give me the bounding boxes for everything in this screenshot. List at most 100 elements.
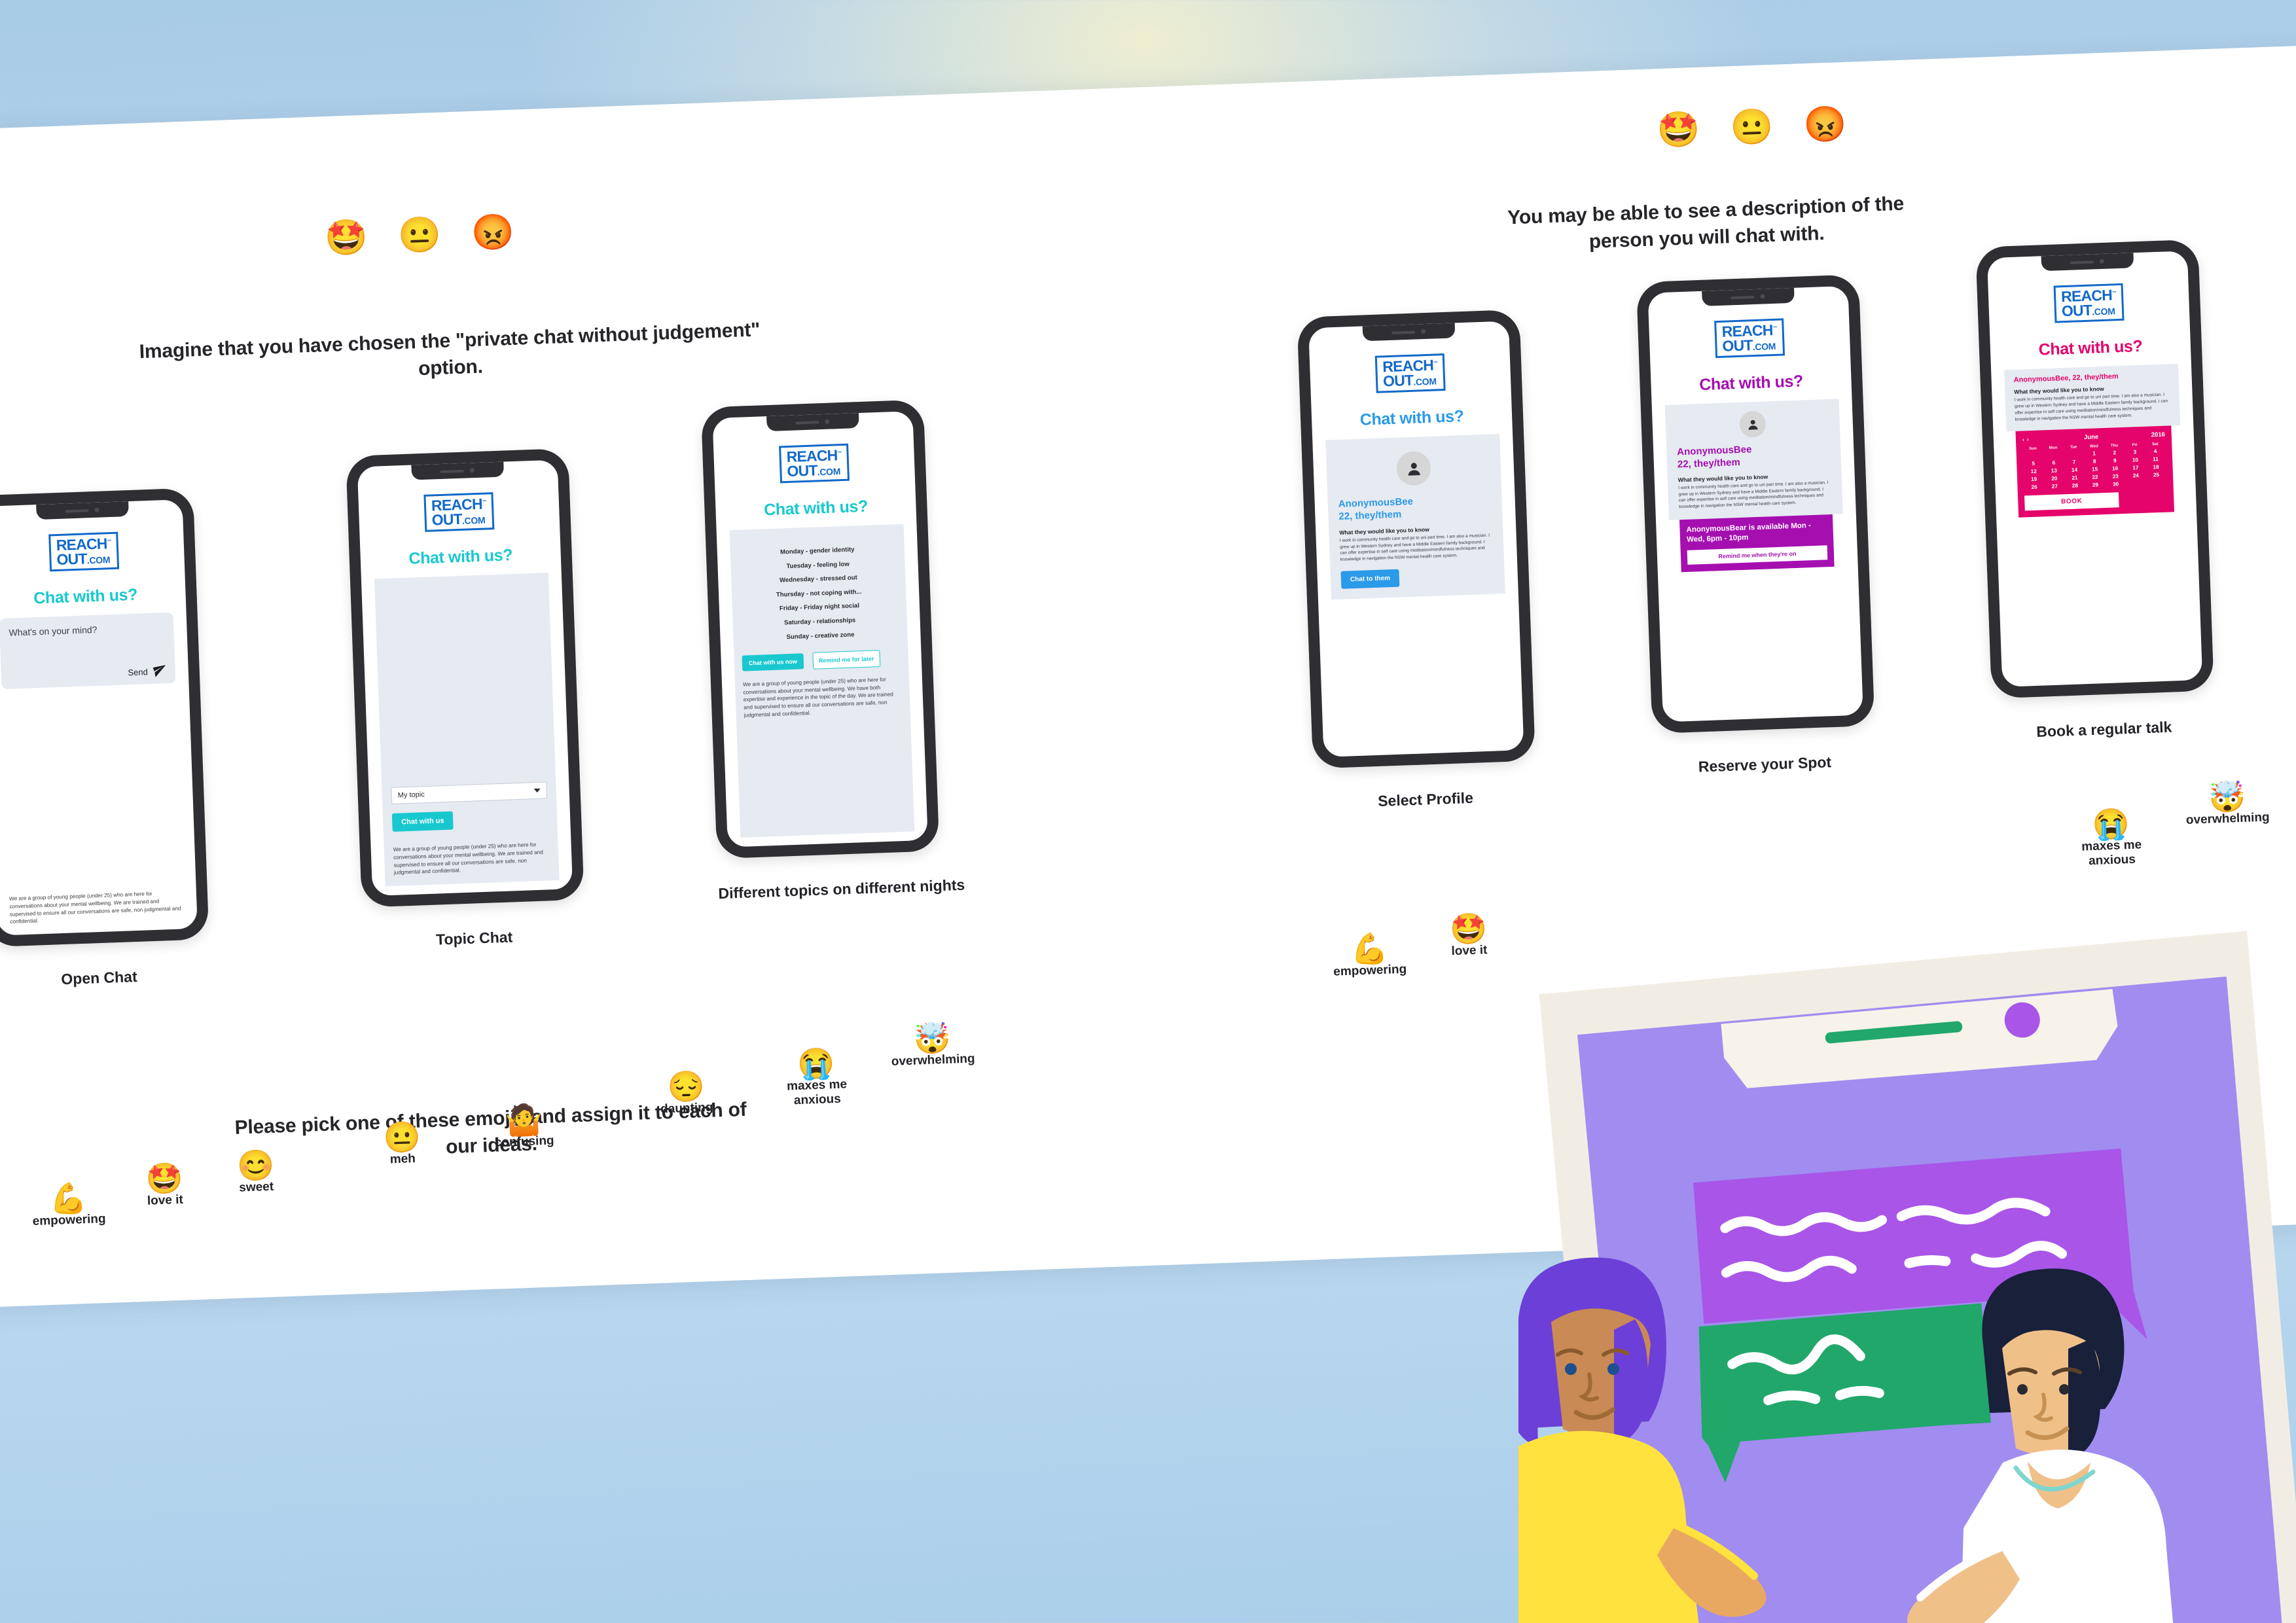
legend-item-maxes-me-anxious-overlay[interactable]: 😭 maxes me anxious [2061, 806, 2161, 870]
legend-item-sweet[interactable]: 😊 sweet [236, 1148, 276, 1196]
caption-topics-by-night: Different topics on different nights [717, 876, 965, 902]
logo-suffix: .COM [2091, 306, 2115, 317]
remind-me-button[interactable]: Remind me when they're on [1687, 545, 1828, 565]
logo-tm: ™ [1772, 326, 1777, 331]
calendar-day[interactable]: 5 [2023, 460, 2043, 467]
legend-item-empowering[interactable]: 💪 empowering [31, 1181, 106, 1229]
calendar-dow: Thu [2110, 442, 2119, 448]
calendar-dow: Tue [2070, 444, 2077, 450]
next-profile-arrow[interactable]: › [2197, 455, 2203, 475]
caption-topic-chat: Topic Chat [435, 928, 513, 948]
calendar-day[interactable]: 15 [2085, 466, 2105, 473]
logo-line-2: OUT [2061, 301, 2092, 320]
calendar-day[interactable]: 6 [2043, 459, 2064, 466]
camera-icon [1760, 294, 1765, 299]
chat-with-us-title: Chat with us? [2038, 336, 2143, 359]
logo-line-2: OUT [1722, 336, 1753, 355]
legend-item-confusing[interactable]: 🤷 confusing [493, 1102, 554, 1150]
camera-icon [1421, 329, 1426, 334]
know-body: I work in community health care and go t… [2014, 392, 2168, 422]
calendar-day[interactable]: 8 [2084, 458, 2104, 465]
chat-with-us-title: Chat with us? [408, 546, 513, 568]
legend-label: confusing [494, 1133, 554, 1150]
calendar-day[interactable]: 7 [2064, 459, 2084, 465]
booking-calendar[interactable]: ‹› June 2016 Sun Mon Tue Wed Thu Fri Sat 1 2 3 4 5 6… [2015, 425, 2175, 518]
calendar-day[interactable]: 27 [2044, 483, 2064, 490]
calendar-day[interactable]: 28 [2065, 482, 2085, 489]
calendar-blank [2064, 451, 2084, 457]
chat-with-us-button[interactable]: Chat with us [391, 812, 454, 832]
legend-item-empowering-overlay[interactable]: 💪 empowering [1332, 931, 1407, 980]
legend-label: maxes me anxious [2081, 838, 2142, 868]
legend-item-overwhelming[interactable]: 🤯 overwhelming [890, 1020, 975, 1069]
legend-item-overwhelming-overlay[interactable]: 🤯 overwhelming [2185, 779, 2270, 828]
calendar-day[interactable]: 30 [2106, 481, 2126, 488]
calendar-day[interactable]: 19 [2024, 476, 2044, 482]
legend-item-maxes-me-anxious[interactable]: 😭 maxes me anxious [766, 1046, 867, 1109]
legend-item-daunting[interactable]: 😔 daunting [659, 1069, 713, 1117]
calendar-day[interactable]: 4 [2145, 448, 2165, 454]
prev-profile-arrow[interactable]: ‹ [1647, 498, 1654, 518]
calendar-day[interactable]: 3 [2125, 448, 2145, 455]
reachout-logo: REACH™ OUT.COM [779, 443, 850, 484]
logo-tm: ™ [482, 499, 486, 505]
legend-label: love it [147, 1192, 184, 1208]
message-input[interactable]: What's on your mind? Send [0, 612, 176, 690]
legend-item-love-it-overlay[interactable]: 🤩 love it [1449, 911, 1488, 959]
calendar-day[interactable]: 9 [2105, 457, 2125, 464]
legend-item-love-it[interactable]: 🤩 love it [145, 1161, 185, 1209]
legend-item-meh[interactable]: 😐 meh [383, 1120, 422, 1168]
calendar-day[interactable]: 16 [2105, 465, 2125, 472]
calendar-dow: Sat [2151, 441, 2159, 447]
next-profile-arrow[interactable]: › [1857, 490, 1864, 510]
emoji-person-shrugging-icon: 🤷 [504, 1102, 543, 1138]
calendar-day[interactable]: 24 [2126, 472, 2146, 478]
calendar-day[interactable]: 18 [2145, 463, 2166, 470]
calendar-day[interactable]: 26 [2024, 484, 2044, 490]
reachout-logo: REACH™ OUT.COM [423, 492, 495, 533]
availability-text: AnonymousBear is available Mon - Wed, 6p… [1686, 522, 1812, 544]
send-button[interactable]: Send [10, 665, 166, 683]
legend-label: empowering [1333, 962, 1407, 979]
chat-now-button[interactable]: Chat with us now [742, 653, 804, 671]
chat-to-them-button[interactable]: Chat to them [1340, 569, 1400, 590]
calendar-dow: Wed [2089, 444, 2098, 449]
calendar-day[interactable]: 25 [2146, 471, 2166, 478]
calendar-day[interactable]: 22 [2085, 474, 2105, 480]
calendar-day[interactable]: 17 [2125, 464, 2145, 471]
next-profile-arrow[interactable]: › [1518, 526, 1524, 545]
calendar-day[interactable]: 2 [2104, 450, 2125, 456]
emoji-exploding-head-icon: 🤯 [912, 1020, 952, 1056]
book-button[interactable]: BOOK [2024, 491, 2119, 511]
calendar-grid[interactable]: Sun Mon Tue Wed Thu Fri Sat 1 2 3 4 5 6 7 8 9 10 11 12 13 14… [2022, 441, 2166, 490]
calendar-day[interactable]: 14 [2064, 467, 2085, 473]
speaker-icon [440, 469, 465, 473]
calendar-day[interactable]: 10 [2125, 456, 2145, 463]
know-body: I work in community health care and go t… [1339, 533, 1490, 563]
calendar-day[interactable]: 20 [2044, 475, 2064, 482]
prev-profile-arrow[interactable]: ‹ [1308, 533, 1314, 552]
speaker-icon [795, 420, 819, 425]
person-icon [1748, 419, 1758, 430]
remind-later-button[interactable]: Remind me for later [812, 650, 880, 669]
calendar-day[interactable]: 23 [2105, 473, 2125, 480]
emoji-star-struck-icon: 🤩 [1656, 109, 1701, 151]
caption-select-profile: Select Profile [1377, 789, 1474, 810]
speaker-icon [1391, 330, 1416, 334]
speaker-icon [65, 508, 89, 513]
calendar-day[interactable]: 13 [2044, 467, 2064, 474]
prev-profile-arrow[interactable]: ‹ [1986, 463, 1993, 482]
calendar-day[interactable]: 12 [2024, 468, 2044, 474]
topic-select[interactable]: My topic [391, 781, 548, 805]
logo-line-2: OUT [56, 550, 88, 569]
calendar-day[interactable]: 21 [2064, 474, 2085, 481]
reachout-logo: REACH™ OUT.COM [1374, 353, 1446, 393]
calendar-day[interactable]: 1 [2084, 450, 2104, 457]
logo-line-2: OUT [786, 461, 818, 480]
reachout-logo: REACH™ OUT.COM [48, 531, 120, 572]
emoji-loudly-crying-face-icon: 😭 [797, 1046, 836, 1082]
legend-label: overwhelming [891, 1052, 975, 1069]
calendar-day[interactable]: 11 [2145, 455, 2166, 462]
calendar-day[interactable]: 29 [2085, 482, 2106, 488]
emoji-pensive-face-icon: 😔 [666, 1069, 706, 1105]
